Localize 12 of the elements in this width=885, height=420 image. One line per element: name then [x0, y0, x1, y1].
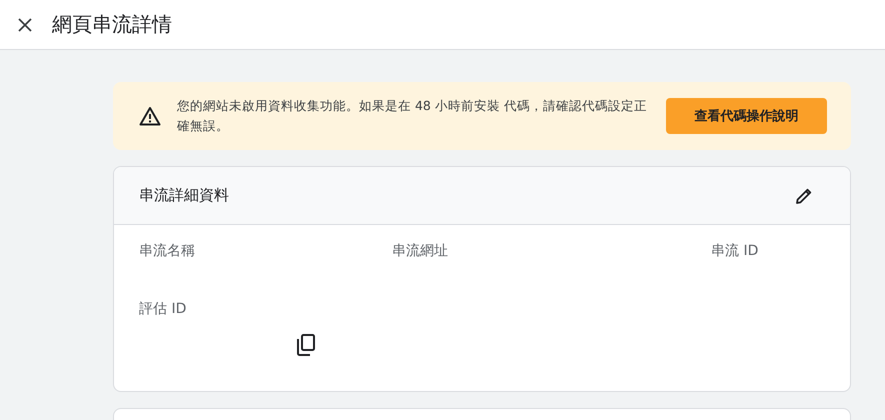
window-title: 網頁串流詳情 [52, 11, 172, 38]
field-label: 串流網址 [392, 242, 449, 260]
warning-icon [139, 106, 161, 126]
field-label: 評估 ID [139, 300, 188, 318]
copy-icon [296, 334, 316, 356]
field-label: 串流名稱 [139, 242, 196, 260]
card-title: 串流詳細資料 [139, 186, 229, 205]
warning-message: 您的網站未啟用資料收集功能。如果是在 48 小時前安裝 代碼，請確認代碼設定正確無誤。 [177, 97, 648, 135]
instructions-button[interactable]: 查看代碼操作說明 [666, 98, 827, 134]
close-icon [18, 18, 32, 32]
field-label: 串流 ID [711, 242, 760, 260]
copy-button[interactable] [296, 334, 316, 356]
